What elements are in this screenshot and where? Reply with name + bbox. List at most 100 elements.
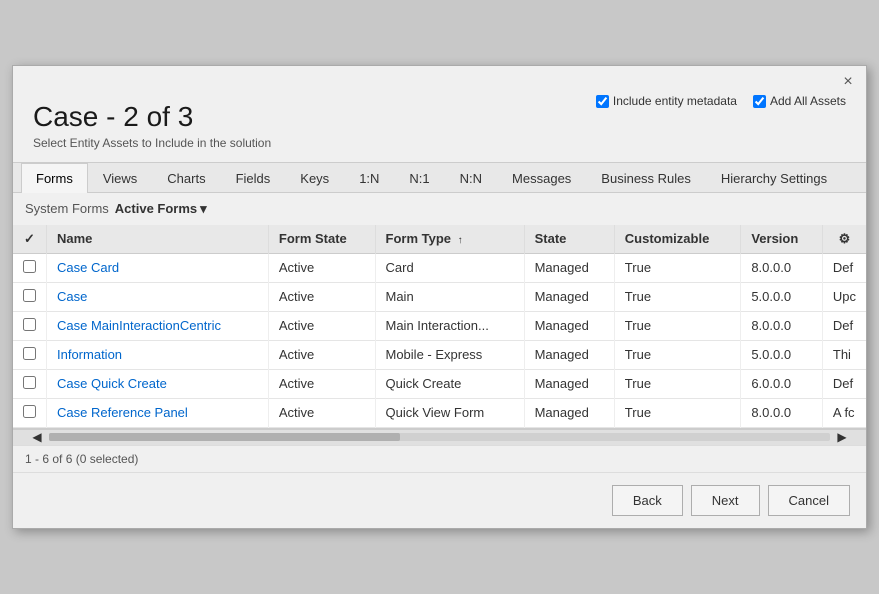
table-row: Case Reference Panel ActiveQuick View For…	[13, 398, 866, 427]
row-form-state: Active	[268, 282, 375, 311]
col-name[interactable]: Name	[47, 225, 269, 254]
row-extra: Def	[822, 253, 866, 282]
status-text: 1 - 6 of 6 (0 selected)	[25, 452, 138, 466]
row-extra: Def	[822, 369, 866, 398]
row-state: Managed	[524, 253, 614, 282]
table-row: Case Quick CreateActiveQuick CreateManag…	[13, 369, 866, 398]
horizontal-scrollbar[interactable]: ◀ ▶	[13, 429, 866, 445]
table-row: InformationActiveMobile - ExpressManaged…	[13, 340, 866, 369]
add-all-assets-label: Add All Assets	[770, 94, 846, 108]
sort-icon: ↑	[458, 235, 463, 246]
col-customizable[interactable]: Customizable	[614, 225, 741, 254]
row-checkbox-cell[interactable]	[13, 253, 47, 282]
row-version: 8.0.0.0	[741, 253, 823, 282]
content-area: System Forms Active Forms ▾ ✓ Name Form …	[13, 193, 866, 429]
next-button[interactable]: Next	[691, 485, 760, 516]
main-dialog: × Case - 2 of 3 Select Entity Assets to …	[12, 65, 867, 529]
add-all-assets-checkbox[interactable]	[753, 95, 766, 108]
row-checkbox[interactable]	[23, 405, 36, 418]
form-name-link[interactable]: Case Card	[57, 260, 119, 275]
tab-n1[interactable]: N:1	[394, 163, 444, 193]
include-metadata-label: Include entity metadata	[613, 94, 737, 108]
add-all-assets-option[interactable]: Add All Assets	[753, 94, 846, 108]
row-checkbox[interactable]	[23, 347, 36, 360]
table-row: Case CardActiveCardManagedTrue8.0.0.0Def	[13, 253, 866, 282]
tab-forms[interactable]: Forms	[21, 163, 88, 193]
col-version[interactable]: Version	[741, 225, 823, 254]
dropdown-icon: ▾	[200, 201, 207, 217]
row-checkbox[interactable]	[23, 376, 36, 389]
row-form-state: Active	[268, 311, 375, 340]
row-checkbox[interactable]	[23, 260, 36, 273]
row-version: 5.0.0.0	[741, 340, 823, 369]
include-metadata-option[interactable]: Include entity metadata	[596, 94, 737, 108]
row-form-state: Active	[268, 340, 375, 369]
row-version: 6.0.0.0	[741, 369, 823, 398]
row-name[interactable]: Case Quick Create	[47, 369, 269, 398]
row-checkbox-cell[interactable]	[13, 282, 47, 311]
row-version: 5.0.0.0	[741, 282, 823, 311]
col-form-type[interactable]: Form Type ↑	[375, 225, 524, 254]
row-name[interactable]: Case Card	[47, 253, 269, 282]
row-state: Managed	[524, 398, 614, 427]
form-name-link[interactable]: Information	[57, 347, 122, 362]
form-name-link[interactable]: Case Quick Create	[57, 376, 167, 391]
back-button[interactable]: Back	[612, 485, 683, 516]
row-form-state: Active	[268, 369, 375, 398]
status-bar: 1 - 6 of 6 (0 selected)	[13, 445, 866, 472]
row-checkbox-cell[interactable]	[13, 340, 47, 369]
col-gear[interactable]: ⚙	[822, 225, 866, 254]
row-name[interactable]: Case MainInteractionCentric	[47, 311, 269, 340]
tabs-bar: Forms Views Charts Fields Keys 1:N N:1 N…	[13, 162, 866, 193]
row-form-type: Quick View Form	[375, 398, 524, 427]
tab-hierarchy-settings[interactable]: Hierarchy Settings	[706, 163, 842, 193]
table-row: Case MainInteractionCentricActiveMain In…	[13, 311, 866, 340]
row-name[interactable]: Case	[47, 282, 269, 311]
row-checkbox[interactable]	[23, 318, 36, 331]
titlebar: ×	[13, 66, 866, 92]
active-forms-dropdown[interactable]: Active Forms ▾	[115, 201, 207, 217]
include-metadata-checkbox[interactable]	[596, 95, 609, 108]
row-form-type: Main	[375, 282, 524, 311]
tab-business-rules[interactable]: Business Rules	[586, 163, 706, 193]
dialog-subtitle: Select Entity Assets to Include in the s…	[33, 136, 846, 150]
tab-nn[interactable]: N:N	[445, 163, 497, 193]
form-name-link[interactable]: Case MainInteractionCentric	[57, 318, 221, 333]
cancel-button[interactable]: Cancel	[768, 485, 850, 516]
row-checkbox-cell[interactable]	[13, 311, 47, 340]
row-name[interactable]: Information	[47, 340, 269, 369]
scroll-left-button[interactable]: ◀	[29, 429, 45, 445]
row-extra: A fc	[822, 398, 866, 427]
row-state: Managed	[524, 340, 614, 369]
forms-table-container[interactable]: ✓ Name Form State Form Type ↑ State Cust…	[13, 225, 866, 428]
table-body: Case CardActiveCardManagedTrue8.0.0.0Def…	[13, 253, 866, 427]
tab-1n[interactable]: 1:N	[344, 163, 394, 193]
row-checkbox-cell[interactable]	[13, 398, 47, 427]
col-state[interactable]: State	[524, 225, 614, 254]
scroll-track[interactable]	[49, 433, 830, 441]
tab-messages[interactable]: Messages	[497, 163, 586, 193]
row-name[interactable]: Case Reference Panel	[47, 398, 269, 427]
header-options: Include entity metadata Add All Assets	[596, 94, 846, 108]
row-customizable: True	[614, 369, 741, 398]
tab-keys[interactable]: Keys	[285, 163, 344, 193]
row-form-state: Active	[268, 398, 375, 427]
col-check[interactable]: ✓	[13, 225, 47, 254]
tab-views[interactable]: Views	[88, 163, 152, 193]
table-row: CaseActiveMainManagedTrue5.0.0.0Upc	[13, 282, 866, 311]
tab-charts[interactable]: Charts	[152, 163, 220, 193]
row-customizable: True	[614, 253, 741, 282]
form-name-link[interactable]: Case	[57, 289, 87, 304]
system-forms-label: System Forms	[25, 201, 109, 216]
row-customizable: True	[614, 340, 741, 369]
active-forms-label: Active Forms	[115, 201, 197, 216]
scroll-right-button[interactable]: ▶	[834, 429, 850, 445]
row-checkbox-cell[interactable]	[13, 369, 47, 398]
form-name-link[interactable]: Case Reference Panel	[57, 405, 188, 420]
tab-fields[interactable]: Fields	[221, 163, 286, 193]
row-state: Managed	[524, 282, 614, 311]
close-button[interactable]: ×	[838, 72, 858, 92]
row-checkbox[interactable]	[23, 289, 36, 302]
col-form-state[interactable]: Form State	[268, 225, 375, 254]
row-customizable: True	[614, 398, 741, 427]
